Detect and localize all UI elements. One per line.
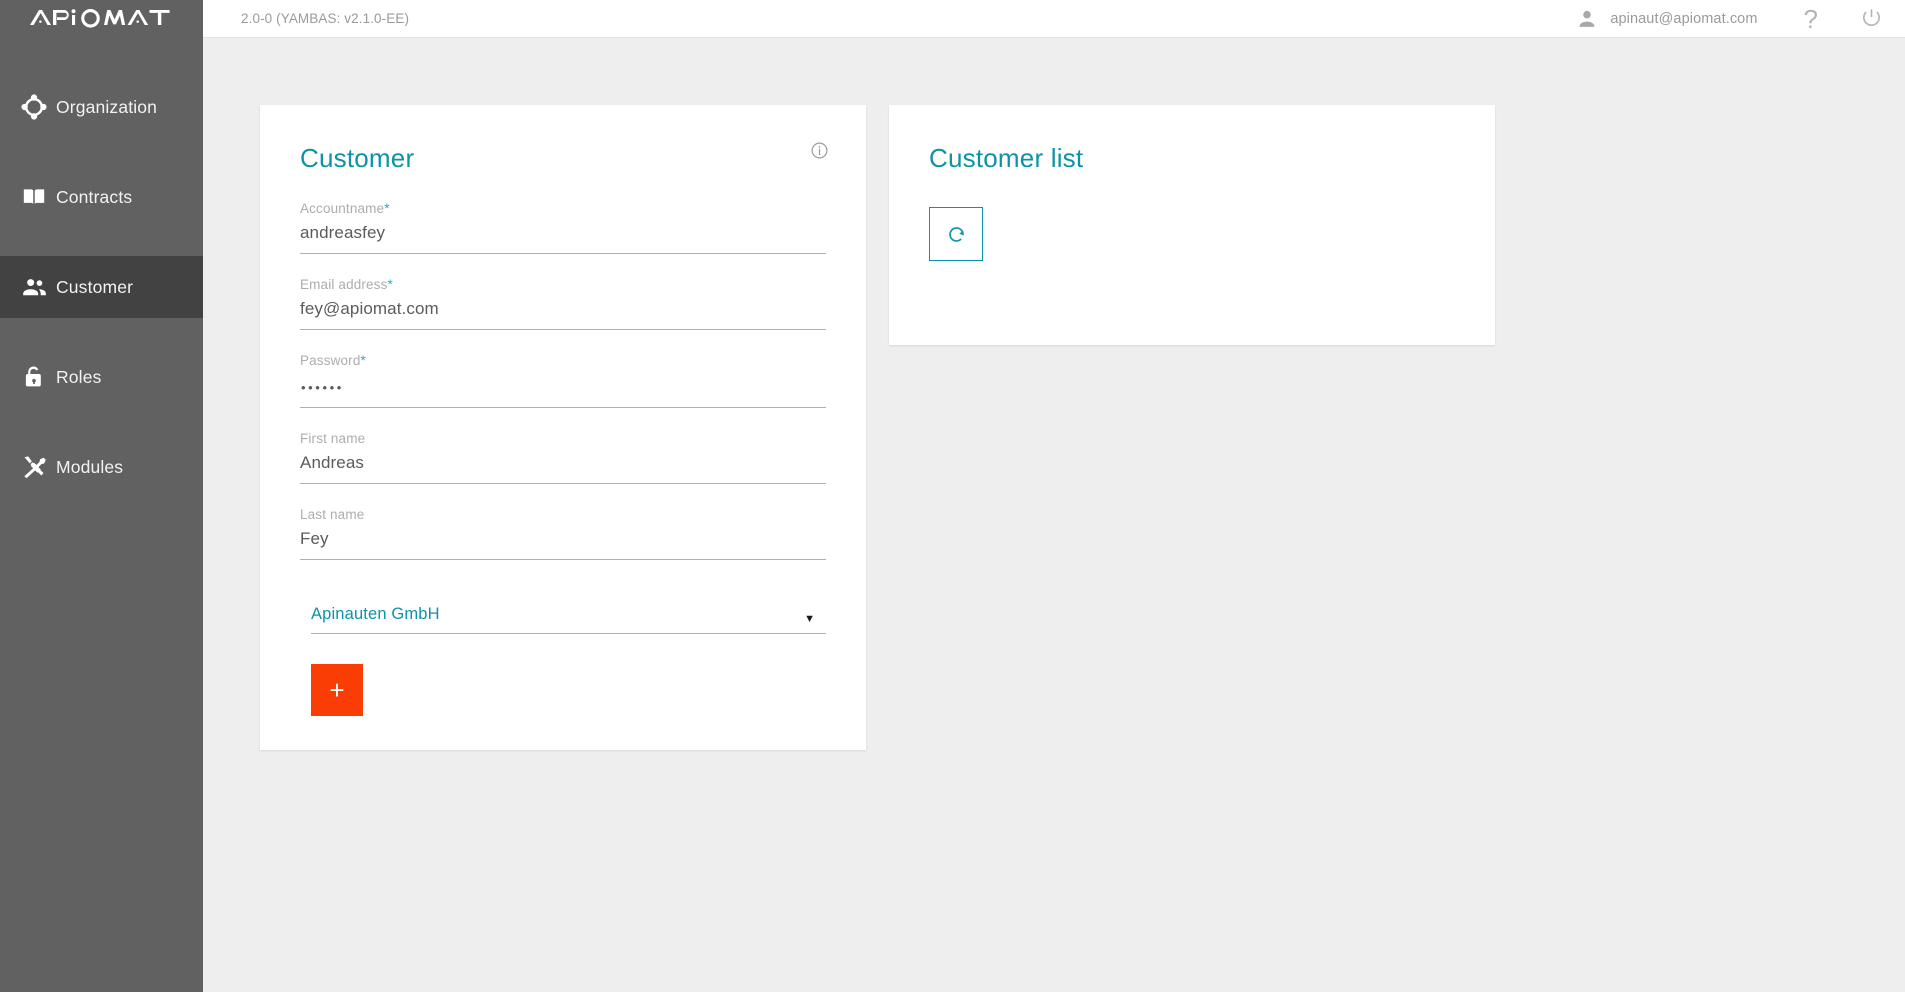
- sidebar: Organization Contracts Customer Roles Mo…: [0, 0, 203, 992]
- chevron-down-icon: ▼: [804, 613, 815, 625]
- sidebar-item-organization[interactable]: Organization: [0, 76, 203, 138]
- field-accountname: Accountname*: [300, 201, 826, 254]
- sidebar-item-label: Customer: [56, 276, 134, 297]
- main-region: 2.0-0 (YAMBAS: v2.1.0-EE) apinaut@apioma…: [203, 0, 1905, 992]
- organization-select[interactable]: Apinauten GmbH ▼: [311, 605, 826, 634]
- required-marker: *: [384, 201, 390, 216]
- power-icon[interactable]: [1860, 7, 1883, 30]
- topbar-actions: apinaut@apiomat.com ?: [1576, 6, 1883, 32]
- apiomat-logo-icon: [30, 8, 170, 28]
- last-name-input[interactable]: [300, 529, 826, 560]
- required-marker: *: [360, 353, 366, 368]
- field-label: Accountname*: [300, 201, 826, 216]
- person-icon: [1576, 8, 1598, 30]
- content-area: Customer Accountname* andreasfey Email a…: [203, 38, 1905, 992]
- customer-list-title: Customer list: [929, 143, 1084, 173]
- customer-form: Accountname* Email address*: [300, 201, 826, 716]
- sidebar-nav: Organization Contracts Customer Roles Mo…: [0, 76, 203, 526]
- field-organization: Apinauten GmbH ▼: [300, 605, 826, 634]
- page-title: Customer: [300, 143, 415, 173]
- topbar: 2.0-0 (YAMBAS: v2.1.0-EE) apinaut@apioma…: [203, 0, 1905, 38]
- people-group-icon: [12, 274, 56, 301]
- sidebar-item-roles[interactable]: Roles: [0, 346, 203, 408]
- open-book-icon: [12, 184, 56, 210]
- help-icon[interactable]: ?: [1804, 6, 1818, 32]
- field-password: Password* ••••••: [300, 353, 826, 408]
- customer-list-card: Customer list: [889, 105, 1495, 345]
- user-email-label[interactable]: apinaut@apiomat.com: [1610, 11, 1757, 27]
- hammer-wrench-icon: [12, 454, 56, 480]
- sidebar-item-label: Organization: [56, 96, 158, 117]
- label-text: Email address: [300, 277, 388, 292]
- refresh-circular-arrow-icon: [946, 224, 967, 245]
- sidebar-item-customer[interactable]: Customer: [0, 256, 203, 318]
- required-marker: *: [387, 277, 393, 292]
- unlocked-padlock-icon: [12, 364, 56, 390]
- customer-card: Customer Accountname* andreasfey Email a…: [260, 105, 866, 750]
- field-label: Password*: [300, 353, 826, 368]
- refresh-customer-list-button[interactable]: [929, 207, 983, 261]
- field-email: Email address*: [300, 277, 826, 330]
- app-root: Organization Contracts Customer Roles Mo…: [0, 0, 1905, 992]
- first-name-input[interactable]: [300, 453, 826, 484]
- label-text: Accountname: [300, 201, 385, 216]
- label-text: Password: [300, 353, 361, 368]
- password-input[interactable]: ••••••: [300, 375, 826, 408]
- sidebar-item-label: Modules: [56, 456, 124, 477]
- field-label: First name: [300, 431, 366, 446]
- email-input[interactable]: [300, 299, 826, 330]
- field-label: Last name: [300, 507, 365, 522]
- hub-network-icon: [12, 94, 56, 120]
- sidebar-item-label: Contracts: [56, 186, 133, 207]
- organization-select-value: Apinauten GmbH: [311, 605, 440, 623]
- sidebar-item-label: Roles: [56, 366, 102, 387]
- sidebar-item-contracts[interactable]: Contracts: [0, 166, 203, 228]
- accountname-input[interactable]: [300, 223, 826, 254]
- add-customer-button[interactable]: +: [311, 664, 363, 716]
- version-label: 2.0-0 (YAMBAS: v2.1.0-EE): [241, 11, 410, 26]
- field-last-name: Last name: [300, 507, 826, 560]
- sidebar-item-modules[interactable]: Modules: [0, 436, 203, 498]
- field-label: Email address*: [300, 277, 826, 292]
- info-circle-icon[interactable]: [810, 141, 829, 160]
- app-logo[interactable]: [0, 0, 203, 38]
- field-first-name: First name: [300, 431, 826, 484]
